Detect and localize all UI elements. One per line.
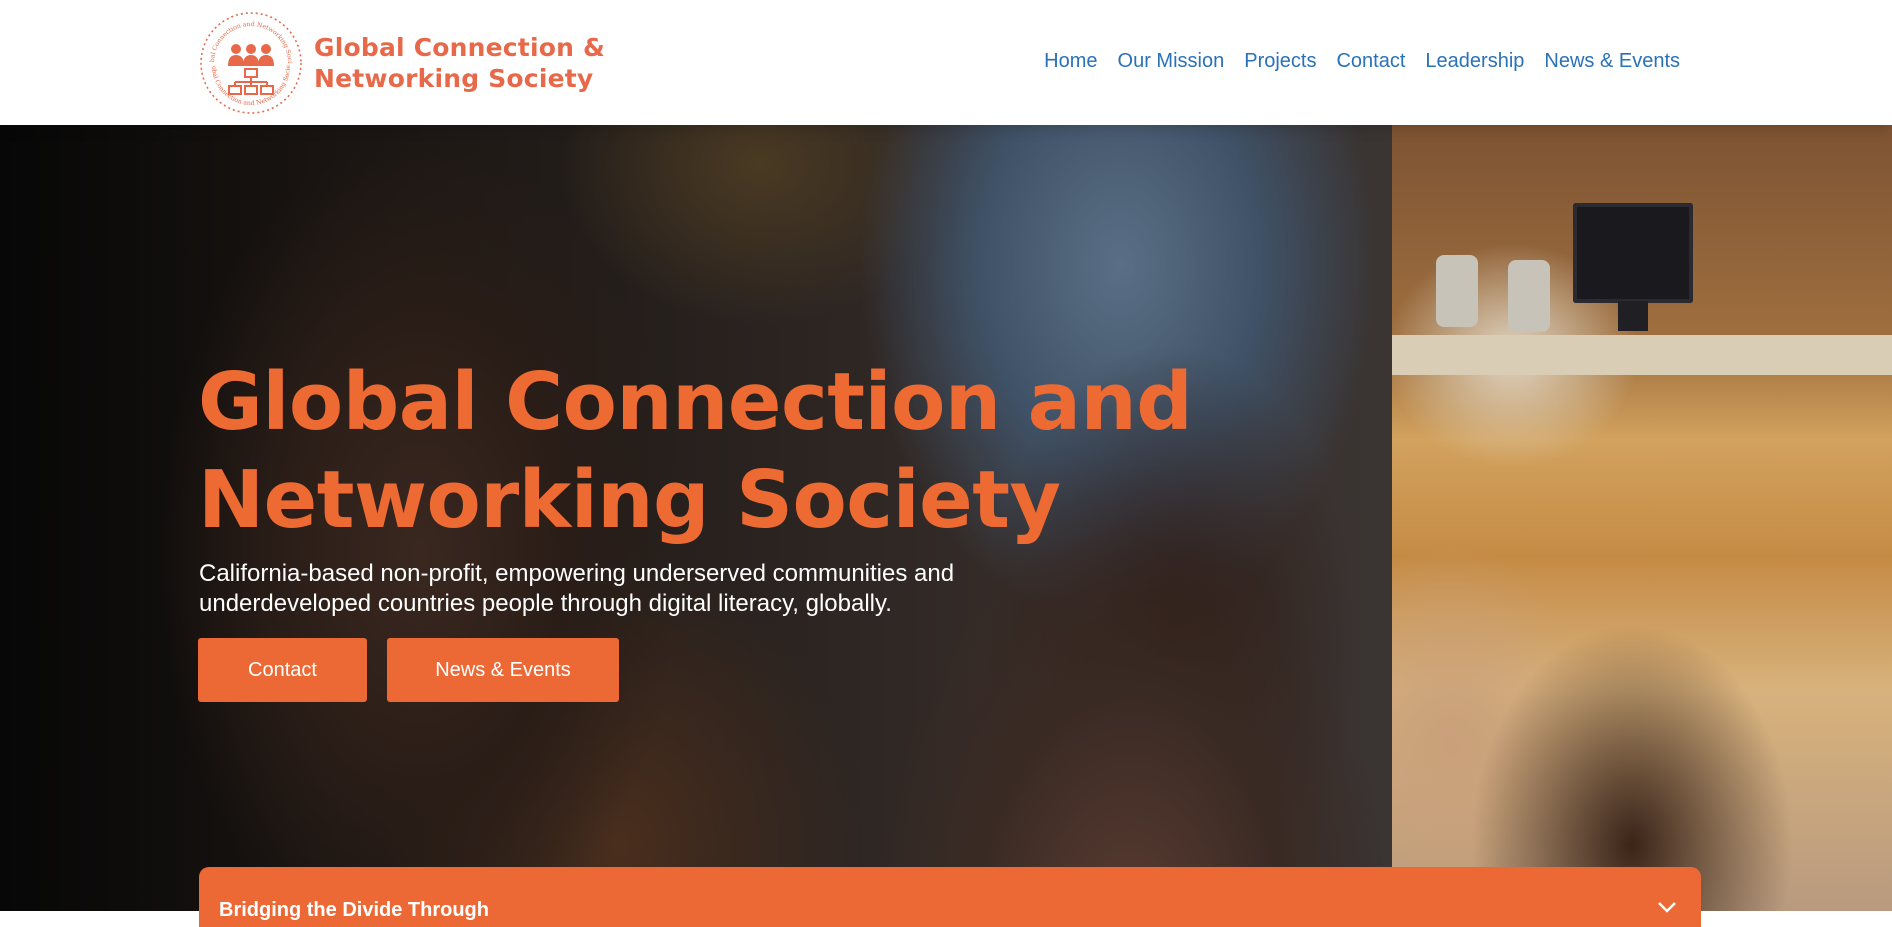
speaker-decoration: [1436, 255, 1478, 327]
hero-content: Global Connection and Networking Society…: [198, 353, 1193, 702]
nav-contact[interactable]: Contact: [1336, 50, 1405, 73]
monitor-stand-decoration: [1618, 301, 1648, 331]
nav-our-mission[interactable]: Our Mission: [1118, 50, 1225, 73]
desk-decoration: [1392, 335, 1892, 375]
hero-subtitle: California-based non-profit, empowering …: [199, 559, 1029, 619]
hero-subtitle-line-1: California-based non-profit, empowering …: [199, 560, 955, 587]
hero-subtitle-line-2: underdeveloped countries people through …: [199, 590, 892, 617]
hero-title: Global Connection and Networking Society: [198, 353, 1193, 549]
logo-line-2: Networking Society: [314, 64, 594, 93]
nav-news-events[interactable]: News & Events: [1544, 50, 1680, 73]
chevron-down-icon[interactable]: [1657, 901, 1677, 913]
logo-line-1: Global Connection &: [314, 33, 605, 62]
nav-leadership[interactable]: Leadership: [1425, 50, 1524, 73]
accordion-header[interactable]: Bridging the Divide Through: [199, 867, 1701, 927]
contact-button[interactable]: Contact: [198, 638, 367, 702]
site-header: Global Connection and Networking Society…: [0, 0, 1892, 125]
main-nav: Home Our Mission Projects Contact Leader…: [1044, 50, 1680, 73]
nav-projects[interactable]: Projects: [1244, 50, 1316, 73]
hero-section: Global Connection and Networking Society…: [0, 125, 1892, 911]
hero-buttons: Contact News & Events: [198, 638, 1098, 702]
nav-home[interactable]: Home: [1044, 50, 1097, 73]
monitor-decoration: [1573, 203, 1693, 303]
logo-wordmark: Global Connection & Networking Society: [314, 32, 605, 94]
hero-title-line-1: Global Connection and: [198, 356, 1193, 448]
svg-text:Global Connection and Networki: Global Connection and Networking Society: [198, 10, 293, 63]
people-network-icon: Global Connection and Networking Society…: [198, 10, 302, 114]
site-logo[interactable]: Global Connection and Networking Society…: [198, 10, 605, 116]
hero-title-line-2: Networking Society: [198, 454, 1061, 546]
news-events-button[interactable]: News & Events: [387, 638, 619, 702]
speaker-decoration: [1508, 260, 1550, 332]
